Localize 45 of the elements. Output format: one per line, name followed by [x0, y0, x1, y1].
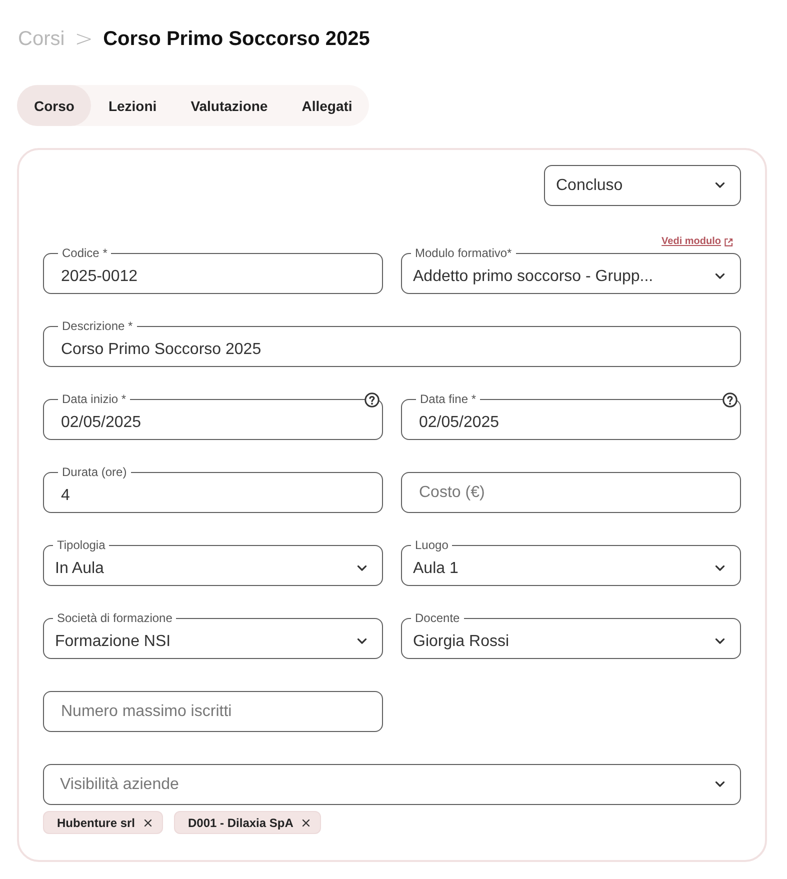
external-link-icon — [724, 238, 733, 246]
tag-label: D001 - Dilaxia SpA — [188, 816, 294, 830]
chevron-down-icon — [715, 182, 725, 189]
select-field[interactable]: Tipologia In Aula — [43, 538, 383, 586]
field-label: Luogo — [415, 538, 448, 552]
tab[interactable]: Corso — [17, 85, 92, 126]
text-field[interactable]: Costo (€) — [401, 472, 741, 513]
chevron-down-icon — [715, 273, 725, 280]
field-label: Data fine * — [420, 392, 476, 406]
view-module-link[interactable]: Vedi modulo — [662, 236, 733, 248]
tab[interactable]: Lezioni — [91, 85, 174, 126]
field-label: Tipologia — [57, 538, 106, 552]
page-title: Corso Primo Soccorso 2025 — [103, 28, 370, 50]
chevron-down-icon — [715, 638, 725, 645]
chevron-down-icon — [357, 565, 367, 572]
tag-label: Hubenture srl — [57, 816, 136, 830]
chevron-down-icon — [715, 781, 725, 788]
close-icon[interactable] — [302, 818, 310, 826]
text-field[interactable]: Numero massimo iscritti — [43, 691, 383, 732]
select-field[interactable]: Visibilità aziende — [43, 764, 741, 805]
text-field[interactable]: Codice * 2025-0012 — [43, 246, 383, 294]
chevron-down-icon — [715, 565, 725, 572]
field-label: Data inizio * — [62, 392, 126, 406]
field-label: Descrizione * — [62, 319, 133, 333]
field-label: Durata (ore) — [62, 465, 127, 479]
help-icon[interactable] — [364, 392, 380, 408]
status-select[interactable]: Concluso — [544, 165, 741, 206]
tab[interactable]: Valutazione — [174, 85, 285, 126]
breadcrumb-separator: > — [74, 26, 94, 52]
select-field[interactable]: Società di formazione Formazione NSI — [43, 611, 383, 659]
date-field[interactable]: Data fine * 02/05/2025 — [401, 392, 741, 440]
help-icon[interactable] — [722, 392, 738, 408]
text-field[interactable]: Descrizione * Corso Primo Soccorso 2025 — [43, 319, 741, 367]
select-field[interactable]: Modulo formativo* Addetto primo soccorso - Grupp... — [401, 246, 741, 294]
text-field[interactable]: Durata (ore) 4 — [43, 465, 383, 513]
field-label: Codice * — [62, 246, 108, 260]
tab[interactable]: Allegati — [284, 85, 370, 126]
field-label: Modulo formativo* — [415, 246, 512, 260]
select-field[interactable]: Docente Giorgia Rossi — [401, 611, 741, 659]
chevron-down-icon — [357, 638, 367, 645]
select-field[interactable]: Luogo Aula 1 — [401, 538, 741, 586]
date-field[interactable]: Data inizio * 02/05/2025 — [43, 392, 383, 440]
close-icon[interactable] — [144, 818, 152, 826]
field-label: Società di formazione — [57, 611, 172, 625]
field-label: Docente — [415, 611, 460, 625]
